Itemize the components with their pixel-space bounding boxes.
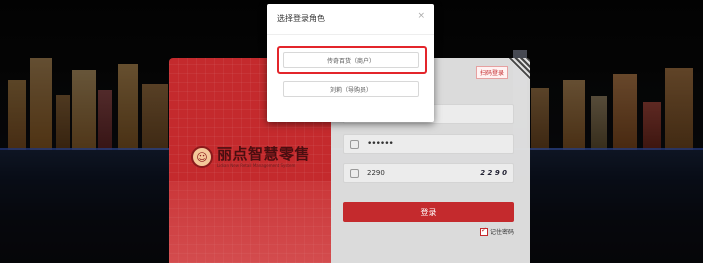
scan-login-badge[interactable]: 扫码登录: [475, 66, 508, 79]
remember-checkbox[interactable]: [479, 226, 488, 236]
role-option-shopping-guide[interactable]: 刘莉（导购员）: [283, 81, 419, 97]
brand-lockup: ☺ 丽点智慧零售 Lidian New Retail Management Sy…: [191, 146, 310, 168]
dialog-title: 选择登录角色: [277, 14, 325, 23]
captcha-value: 2290: [367, 169, 385, 177]
role-option-merchant[interactable]: 传奇百货（商户）: [283, 52, 419, 68]
qr-code-icon[interactable]: [508, 58, 530, 80]
password-value: ••••••: [367, 139, 394, 149]
role-select-dialog: 选择登录角色 × 传奇百货（商户） 刘莉（导购员）: [267, 4, 434, 122]
remember-label: 记住密码: [489, 229, 514, 236]
remember-password[interactable]: 记住密码: [479, 226, 514, 236]
close-icon[interactable]: ×: [417, 11, 425, 21]
password-field[interactable]: ••••••: [343, 134, 514, 154]
captcha-field[interactable]: 2290 2 2 9 0: [343, 163, 514, 183]
login-button[interactable]: 登录: [343, 202, 514, 222]
brand-name: 丽点智慧零售: [217, 145, 311, 163]
dialog-divider: [267, 34, 434, 35]
brand-subtitle: Lidian New Retail Management System: [217, 163, 296, 168]
brand-logo-icon: ☺: [191, 146, 213, 168]
lock-icon: [350, 139, 359, 149]
captcha-image[interactable]: 2 2 9 0: [480, 169, 507, 177]
shield-icon: [350, 168, 359, 178]
